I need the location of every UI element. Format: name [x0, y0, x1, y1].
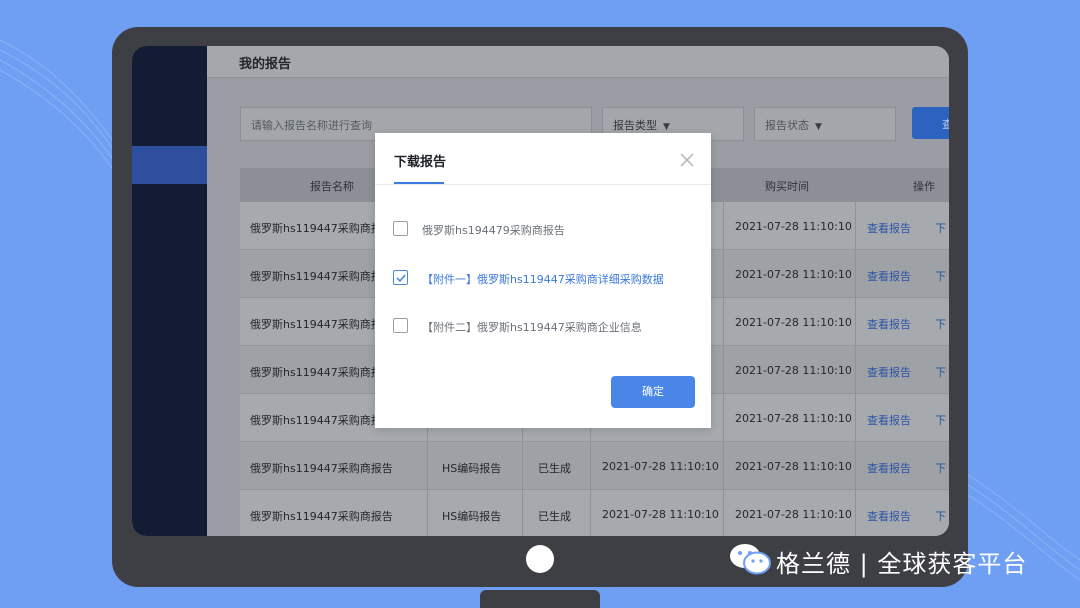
cell-type: HS编码报告 [442, 462, 502, 475]
table-row: 俄罗斯hs119447采购商报告 HS编码报告 已生成 2021-07-28 11:1… [240, 442, 949, 490]
cell-view[interactable]: 查看报告 [867, 412, 911, 428]
sidebar-item[interactable] [132, 116, 207, 134]
cell-buy-time: 2021-07-28 11:10:10 [735, 364, 852, 377]
query-button[interactable]: 查 [912, 107, 949, 139]
monitor-stand [480, 590, 600, 608]
cell-name: 俄罗斯hs119447采购商报 [250, 414, 382, 427]
cell-name: 俄罗斯hs119447采购商报 [250, 366, 382, 379]
cell-name: 俄罗斯hs119447采购商报 [250, 270, 382, 283]
option-label: 【附件一】俄罗斯hs119447采购商详细采购数据 [422, 273, 664, 286]
cell-gen-time: 2021-07-28 11:10:10 [602, 508, 719, 521]
column-header-name: 报告名称 [310, 180, 354, 193]
download-option-report[interactable]: 俄罗斯hs194479采购商报告 [393, 219, 693, 239]
modal-divider [375, 184, 711, 185]
checkbox[interactable] [393, 221, 408, 236]
cell-buy-time: 2021-07-28 11:10:10 [735, 316, 852, 329]
page-title: 我的报告 [239, 57, 292, 72]
download-option-attachment-1[interactable]: 【附件一】俄罗斯hs119447采购商详细采购数据 [393, 268, 693, 288]
column-header-buy-time: 购买时间 [765, 180, 809, 193]
sidebar-item-active[interactable] [132, 146, 207, 184]
cell-view[interactable]: 查看报告 [867, 316, 911, 332]
wechat-icon [730, 544, 771, 575]
cell-download[interactable]: 下 [935, 412, 946, 428]
cell-name: 俄罗斯hs119447采购商报 [250, 318, 382, 331]
report-status-label: 报告状态 [765, 119, 809, 132]
cell-view[interactable]: 查看报告 [867, 220, 911, 236]
cell-download[interactable]: 下 [935, 268, 946, 284]
power-button [526, 545, 554, 573]
cell-status: 已生成 [538, 510, 571, 523]
confirm-button[interactable]: 确定 [611, 376, 695, 408]
option-label: 俄罗斯hs194479采购商报告 [422, 224, 565, 237]
sidebar [132, 46, 207, 536]
cell-download[interactable]: 下 [935, 508, 946, 524]
column-header-actions: 操作 [913, 180, 935, 193]
cell-view[interactable]: 查看报告 [867, 268, 911, 284]
check-icon [396, 274, 406, 283]
cell-buy-time: 2021-07-28 11:10:10 [735, 268, 852, 281]
cell-name: 俄罗斯hs119447采购商报告 [250, 510, 393, 523]
download-report-modal: 下载报告 俄罗斯hs194479采购商报告 【附件一】俄罗斯hs119447采购… [375, 133, 711, 428]
checkbox-checked[interactable] [393, 270, 408, 285]
checkbox[interactable] [393, 318, 408, 333]
column-divider [855, 202, 856, 536]
table-row: 俄罗斯hs119447采购商报告 HS编码报告 已生成 2021-07-28 11:1… [240, 490, 949, 536]
brand-text: 格兰德 | 全球获客平台 [776, 550, 1028, 578]
cell-view[interactable]: 查看报告 [867, 508, 911, 524]
report-status-select[interactable]: 报告状态 ▼ [754, 107, 896, 141]
cell-status: 已生成 [538, 462, 571, 475]
cell-download[interactable]: 下 [935, 316, 946, 332]
cell-gen-time: 2021-07-28 11:10:10 [602, 460, 719, 473]
option-label: 【附件二】俄罗斯hs119447采购商企业信息 [422, 321, 642, 334]
caret-down-icon: ▼ [815, 122, 822, 132]
cell-buy-time: 2021-07-28 11:10:10 [735, 460, 852, 473]
cell-download[interactable]: 下 [935, 364, 946, 380]
column-divider [723, 202, 724, 536]
cell-type: HS编码报告 [442, 510, 502, 523]
cell-buy-time: 2021-07-28 11:10:10 [735, 412, 852, 425]
cell-buy-time: 2021-07-28 11:10:10 [735, 220, 852, 233]
cell-view[interactable]: 查看报告 [867, 460, 911, 476]
cell-buy-time: 2021-07-28 11:10:10 [735, 508, 852, 521]
download-option-attachment-2[interactable]: 【附件二】俄罗斯hs119447采购商企业信息 [393, 316, 693, 336]
cell-name: 俄罗斯hs119447采购商报 [250, 222, 382, 235]
cell-name: 俄罗斯hs119447采购商报告 [250, 462, 393, 475]
cell-view[interactable]: 查看报告 [867, 364, 911, 380]
report-type-label: 报告类型 [613, 119, 657, 132]
cell-download[interactable]: 下 [935, 460, 946, 476]
cell-download[interactable]: 下 [935, 220, 946, 236]
close-icon[interactable] [678, 151, 696, 169]
header-bar: 我的报告 [207, 46, 949, 78]
modal-title: 下载报告 [394, 155, 447, 170]
caret-down-icon: ▼ [663, 122, 670, 132]
